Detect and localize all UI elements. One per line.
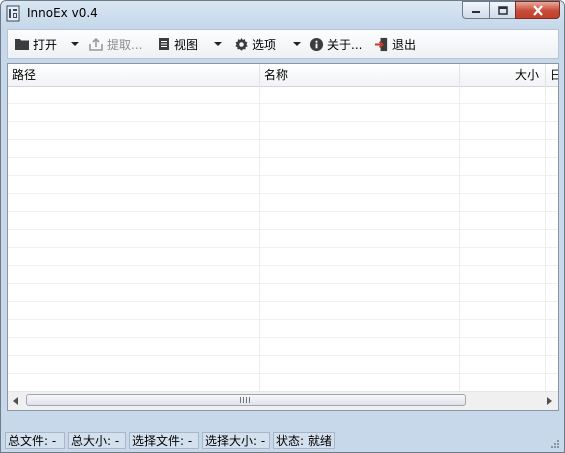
status-bar: 总文件: - 总大小: - 选择文件: - 选择大小: - 状态: 就绪 (5, 431, 560, 450)
exit-button[interactable]: 退出 (374, 35, 416, 53)
status-total-files: 总文件: - (5, 432, 65, 449)
scrollbar-grip (240, 397, 250, 403)
resize-grip-icon[interactable] (550, 439, 560, 449)
maximize-button[interactable] (489, 1, 515, 19)
scrollbar-thumb[interactable] (26, 394, 466, 406)
about-button[interactable]: 关于... (309, 35, 362, 53)
exit-label: 退出 (392, 37, 417, 52)
column-header-name[interactable]: 名称 (260, 64, 460, 86)
document-icon (159, 38, 169, 50)
gear-icon (235, 37, 248, 51)
window-controls (462, 1, 560, 19)
toolbar: 打开 提取... 视图 选项 关于... 退出 (7, 29, 559, 59)
status-selected-files: 选择文件: - (129, 432, 199, 449)
column-divider (545, 86, 546, 392)
close-button[interactable] (515, 1, 560, 19)
column-header-path[interactable]: 路径 (8, 64, 260, 86)
options-label: 选项 (252, 37, 277, 52)
list-header: 路径 名称 大小 日 (8, 64, 558, 87)
info-icon (309, 37, 324, 51)
status-total-size: 总大小: - (68, 432, 126, 449)
open-dropdown-arrow[interactable] (71, 42, 79, 46)
arrow-right-icon (547, 396, 552, 405)
open-button[interactable]: 打开 (14, 35, 57, 53)
column-header-size[interactable]: 大小 (460, 64, 546, 86)
minimize-icon (472, 11, 480, 13)
arrow-left-icon (13, 396, 18, 405)
column-divider (259, 86, 260, 392)
close-icon (532, 4, 543, 16)
view-button[interactable]: 视图 (157, 35, 198, 53)
extract-button[interactable]: 提取... (88, 35, 142, 53)
file-list[interactable]: 路径 名称 大小 日 (7, 63, 559, 411)
horizontal-scrollbar[interactable] (8, 391, 558, 410)
window-title: InnoEx v0.4 (27, 6, 98, 20)
extract-label: 提取... (107, 37, 143, 52)
title-bar[interactable]: InnoEx v0.4 (1, 1, 564, 27)
open-label: 打开 (33, 37, 58, 52)
app-icon (6, 5, 20, 22)
view-dropdown-arrow[interactable] (214, 42, 222, 46)
scroll-right-button[interactable] (542, 392, 558, 409)
folder-icon (15, 39, 29, 50)
column-header-date[interactable]: 日 (546, 64, 558, 86)
view-label: 视图 (174, 37, 199, 52)
exit-icon (374, 37, 388, 51)
status-text: 状态: 就绪 (273, 432, 335, 449)
export-icon (89, 37, 103, 51)
about-label: 关于... (327, 37, 363, 52)
application-window: InnoEx v0.4 打开 提取... 视图 选项 关于... 退出 路径 名… (0, 0, 565, 453)
status-selected-size: 选择大小: - (202, 432, 270, 449)
minimize-button[interactable] (462, 1, 489, 19)
options-button[interactable]: 选项 (234, 35, 276, 53)
options-dropdown-arrow[interactable] (293, 42, 301, 46)
maximize-icon (497, 5, 508, 15)
column-divider (459, 86, 460, 392)
scroll-left-button[interactable] (8, 392, 24, 409)
list-rows (8, 86, 558, 392)
